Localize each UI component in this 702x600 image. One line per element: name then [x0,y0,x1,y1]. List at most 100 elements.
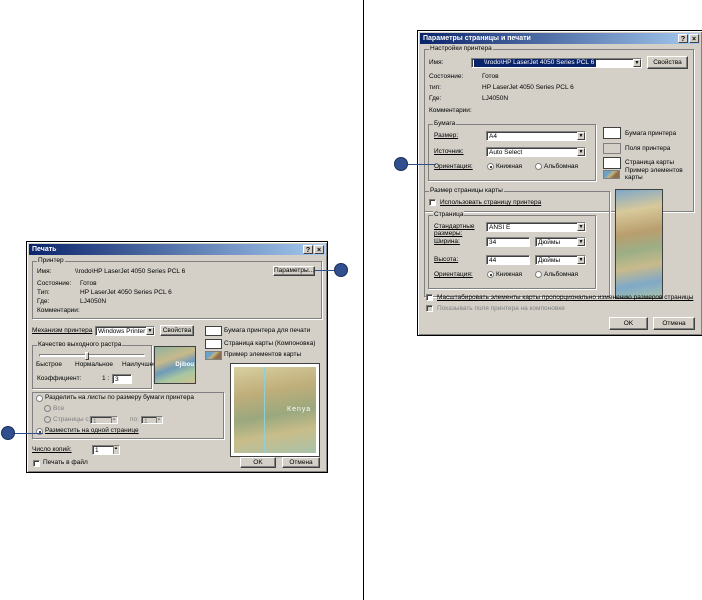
print-to-file-checkbox[interactable] [33,460,40,467]
use-printer-page-checkbox[interactable] [429,199,436,206]
ok-button[interactable]: OK [609,317,648,330]
chevron-down-icon[interactable]: ▼ [577,238,585,246]
engine-select[interactable]: Windows Printer ▼ [95,326,155,336]
use-printer-page-label[interactable]: Использовать страницу принтера [440,199,541,207]
engine-properties-button[interactable]: Свойства [160,325,194,336]
spinner-icon[interactable]: ▲▼ [111,417,117,423]
cancel-button[interactable]: Отмена [653,317,695,330]
page-setup-titlebar: Параметры страницы и печати ? × [420,33,700,44]
paper-group-title: Бумага [433,120,457,128]
source-select[interactable]: Auto Select ▼ [486,147,586,157]
chevron-down-icon[interactable]: ▼ [577,148,585,156]
show-margins-checkbox[interactable] [426,305,433,312]
legend-sample-swatch [603,170,620,179]
copies-value: 1 [95,447,99,454]
std-sizes-select[interactable]: ANSI E ▼ [486,222,586,232]
close-button[interactable]: × [689,34,699,43]
print-to-file-label[interactable]: Печать в файл [43,459,88,467]
printer-group-title: Принтер [37,257,65,265]
where-value: LJ4050N [482,95,509,102]
height-input[interactable]: 44 [486,255,530,265]
callout-marker-fit [1,426,15,440]
callout-line-orientation [408,164,436,165]
where-label: Где: [429,95,442,102]
ratio-prefix: 1 : [102,375,110,382]
ratio-input[interactable]: 3 [112,374,132,384]
show-margins-label[interactable]: Показывать поля принтера на компоновке [437,305,565,313]
landscape2-label[interactable]: Альбомная [544,271,578,279]
pages-from-input[interactable]: 1 ▲▼ [90,416,118,424]
chevron-down-icon[interactable]: ▼ [577,223,585,231]
copies-input[interactable]: 1 ▲▼ [92,445,120,455]
preview-map-label: Кеnуа [287,406,312,413]
fit-option-label[interactable]: Разместить на одной странице [45,427,139,435]
all-option-radio[interactable] [44,405,51,412]
height-units-value: Дюймы [538,257,561,264]
width-units-select[interactable]: Дюймы ▼ [535,237,586,247]
size-label: Размер: [434,132,459,139]
legend-paper-label: Бумага принтера для печати [224,327,311,334]
height-units-select[interactable]: Дюймы ▼ [535,255,586,265]
engine-select-value: Windows Printer [98,328,146,335]
legend-printer-paper-label: Бумага принтера [625,130,677,137]
scale-elements-checkbox[interactable] [426,294,433,301]
callout-marker-orientation [394,157,408,171]
print-preview: Кеnуа [230,363,320,457]
std-sizes-label: Стандартные размеры: [434,223,475,237]
type-value: HP LaserJet 4050 Series PCL 6 [80,289,172,296]
chevron-down-icon[interactable]: ▼ [577,256,585,264]
printer-name-select[interactable]: \\rodo\HP LaserJet 4050 Series PCL 6 ▼ [471,58,642,68]
printer-properties-button[interactable]: Параметры... [273,266,315,276]
portrait-label[interactable]: Книжная [496,163,522,171]
portrait2-radio[interactable] [487,271,494,278]
portrait2-label[interactable]: Книжная [496,271,522,279]
quality-best-label: Наилучшее [122,361,157,368]
comment-label: Комментарии: [37,307,80,314]
width-label: Ширина: [434,238,460,245]
quality-slider-thumb[interactable] [84,352,89,360]
source-label: Источник: [434,148,464,155]
quality-slider-track[interactable] [39,354,145,357]
orientation-label: Ориентация: [434,163,473,170]
landscape2-radio[interactable] [535,271,542,278]
ok-button[interactable]: OK [240,457,276,468]
legend-map-page-label: Страница карты [625,159,674,166]
legend-map-page-swatch [205,339,222,349]
status-value: Готов [80,280,97,287]
help-button[interactable]: ? [678,34,688,43]
all-option-label[interactable]: Все [53,405,64,413]
printer-name-value: \\rodo\HP LaserJet 4050 Series PCL 6 [474,59,597,67]
printer-properties-button[interactable]: Свойства [647,56,688,69]
legend-printer-paper-swatch [603,127,621,139]
pages-option-label[interactable]: Страницы с: [53,416,90,424]
landscape-radio[interactable] [535,163,542,170]
spinner-icon[interactable]: ▲▼ [113,446,119,454]
size-select[interactable]: A4 ▼ [486,131,586,141]
landscape-label[interactable]: Альбомная [544,163,578,171]
ratio-label: Коэффициент: [37,375,82,382]
print-dialog-titlebar: Печать ? × [29,244,325,255]
type-label: Тип: [37,289,50,296]
scale-elements-label[interactable]: Масштабировать элементы карты пропорцион… [437,294,693,302]
legend-printer-margins-label: Поля принтера [625,145,671,152]
page-setup-title: Параметры страницы и печати [423,35,531,42]
chevron-down-icon[interactable]: ▼ [146,327,154,335]
where-value: LJ4050N [80,298,107,305]
pages-option-radio[interactable] [44,416,51,423]
chevron-down-icon[interactable]: ▼ [577,132,585,140]
pages-to-input[interactable]: 1 ▲▼ [141,416,163,424]
chevron-down-icon[interactable]: ▼ [633,59,641,67]
spinner-icon[interactable]: ▲▼ [156,417,162,423]
help-button[interactable]: ? [303,245,313,254]
status-label: Состояние: [429,73,464,80]
portrait-radio[interactable] [487,163,494,170]
engine-label: Механизм принтера [32,327,93,334]
cancel-button[interactable]: Отмена [282,457,320,468]
width-input[interactable]: 34 [486,237,530,247]
tile-option-radio[interactable] [36,395,43,402]
legend-printer-margins-swatch [603,143,621,154]
tile-option-label[interactable]: Разделить на листы по размеру бумаги при… [45,394,194,402]
legend-map-page-label: Страница карты (Компоновка) [224,340,316,347]
close-button[interactable]: × [314,245,324,254]
quality-group-title: Качество выходного растра [37,341,123,349]
